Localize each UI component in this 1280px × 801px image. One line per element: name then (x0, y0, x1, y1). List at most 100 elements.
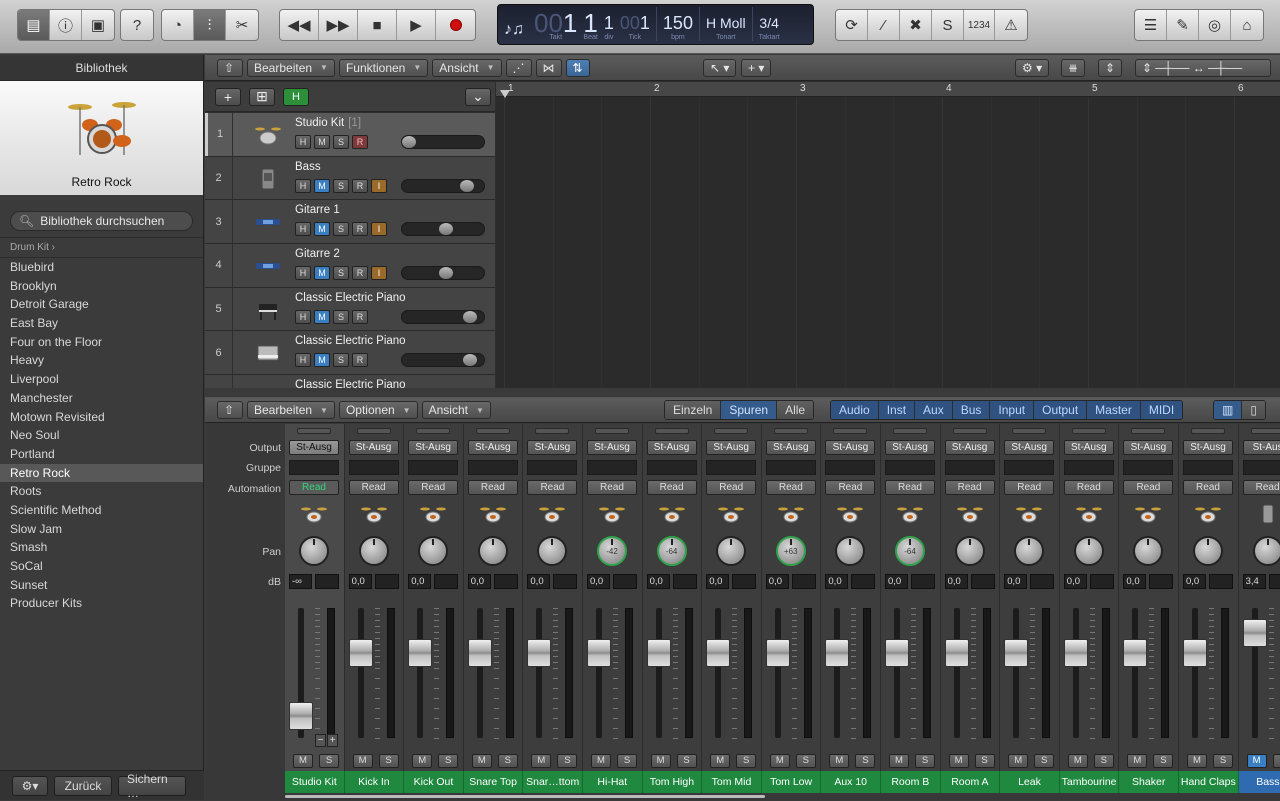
fader-track[interactable] (1132, 608, 1139, 738)
strip-insert-slot[interactable] (416, 428, 451, 434)
replace-icon[interactable]: ✖ (900, 10, 932, 40)
library-item[interactable]: Neo Soul (0, 426, 203, 445)
record-enable-button[interactable]: R (352, 178, 368, 193)
group-slot[interactable] (587, 460, 637, 475)
strip-insert-slot[interactable] (1012, 428, 1047, 434)
list-icon[interactable]: ☰ (1135, 10, 1167, 40)
record-icon[interactable] (436, 10, 475, 40)
pan-knob[interactable] (1133, 536, 1164, 566)
volume-fader[interactable] (1242, 619, 1267, 647)
record-enable-button[interactable]: R (352, 353, 368, 368)
hide-button[interactable]: H (295, 266, 311, 281)
strip-solo-button[interactable]: S (915, 754, 935, 768)
db-readout[interactable]: 0,0 (706, 574, 730, 589)
strip-mute-button[interactable]: M (710, 754, 731, 768)
automation-button[interactable]: Read (885, 480, 935, 495)
mixer-icon[interactable]: ⫶ (194, 10, 226, 40)
volume-fader[interactable] (706, 638, 731, 667)
strip-name[interactable]: Kick In (344, 771, 405, 793)
pan-knob[interactable] (299, 536, 329, 566)
strip-insert-slot[interactable] (356, 428, 391, 434)
group-slot[interactable] (1063, 460, 1114, 475)
automation-icon[interactable]: ⋰ (505, 58, 532, 77)
output-button[interactable]: St-Ausg (825, 440, 876, 455)
group-slot[interactable] (646, 460, 697, 475)
library-icon[interactable]: ▤ (18, 10, 50, 40)
volume-knob[interactable] (459, 179, 474, 192)
pan-knob[interactable] (1073, 536, 1104, 566)
group-slot[interactable] (765, 460, 816, 475)
pan-knob[interactable] (537, 536, 568, 566)
scope-option[interactable]: Einzeln (665, 401, 722, 419)
filter-option[interactable]: Aux (915, 401, 953, 419)
strip-mute-button[interactable]: M (591, 754, 611, 768)
mixer-options-menu[interactable]: Optionen ▼ (338, 401, 418, 419)
scope-option[interactable]: Alle (777, 401, 814, 419)
db-readout[interactable]: 0,0 (944, 574, 968, 589)
library-item[interactable]: Manchester (0, 389, 203, 408)
record-enable-button[interactable]: R (352, 266, 368, 281)
filter-option[interactable]: Input (990, 401, 1035, 419)
mixer-edit-menu[interactable]: Bearbeiten ▼ (247, 401, 335, 419)
db-readout[interactable]: 0,0 (825, 574, 849, 589)
solo-button[interactable]: S (333, 309, 349, 324)
strip-insert-slot[interactable] (654, 428, 689, 434)
track-row[interactable]: 3 Gitarre 1 HMSRI (205, 200, 495, 245)
filter-option[interactable]: Output (1034, 401, 1088, 419)
hide-button[interactable]: H (295, 135, 311, 149)
pan-knob[interactable] (358, 536, 389, 566)
strip-solo-button[interactable]: S (676, 754, 697, 768)
strip-insert-slot[interactable] (535, 428, 570, 434)
strip-mute-button[interactable]: M (412, 754, 433, 768)
forward-icon[interactable]: ▶▶ (319, 10, 358, 40)
strip-solo-button[interactable]: S (974, 754, 995, 768)
db-readout[interactable]: 0,0 (408, 574, 432, 589)
cycle-icon[interactable]: ⟳ (836, 10, 868, 40)
library-item[interactable]: Slow Jam (0, 520, 203, 539)
automation-button[interactable]: Read (348, 480, 399, 495)
group-slot[interactable] (527, 460, 578, 475)
volume-fader[interactable] (646, 638, 671, 667)
library-item[interactable]: Retro Rock (0, 463, 203, 483)
fader-track[interactable] (596, 608, 602, 738)
group-slot[interactable] (1004, 460, 1055, 475)
plus-icon[interactable]: + (327, 734, 338, 747)
settings-icon[interactable]: ⚙ ▾ (1015, 58, 1050, 77)
track-volume-slider[interactable] (401, 135, 485, 149)
strip-solo-button[interactable]: S (736, 754, 757, 768)
db-readout[interactable]: 0,0 (1004, 574, 1028, 589)
strip-solo-button[interactable]: S (438, 754, 459, 768)
library-item[interactable]: East Bay (0, 314, 203, 333)
strip-name[interactable]: Snare Top (463, 771, 524, 793)
track-name[interactable]: Bass (295, 161, 325, 173)
library-item[interactable]: Bluebird (0, 258, 203, 277)
fader-track[interactable] (715, 608, 722, 738)
pan-knob[interactable] (1014, 536, 1045, 566)
strip-solo-button[interactable]: S (1034, 754, 1055, 768)
strip-name[interactable]: Aux 10 (821, 771, 881, 793)
track-name[interactable]: Classic Electric Piano (295, 292, 410, 304)
automation-button[interactable]: Read (1063, 480, 1114, 495)
track-row[interactable]: 1 Studio Kit [1] H M S R (205, 113, 495, 157)
pan-knob[interactable] (418, 536, 449, 566)
count-in-icon[interactable]: 1234 (964, 10, 995, 40)
library-item[interactable]: SoCal (0, 557, 203, 576)
library-item[interactable]: Scientific Method (0, 501, 203, 520)
mixer-scrollbar[interactable] (285, 795, 765, 798)
strip-mute-button[interactable]: M (650, 754, 671, 768)
automation-button[interactable]: Read (408, 480, 459, 495)
automation-button[interactable]: Read (944, 480, 995, 495)
filter-option[interactable]: Audio (831, 401, 879, 419)
strip-mute-button[interactable]: M (1067, 754, 1088, 768)
automation-button[interactable]: Read (587, 480, 637, 495)
volume-fader[interactable] (825, 638, 850, 667)
pan-knob[interactable] (954, 536, 985, 566)
output-button[interactable]: St-Ausg (587, 440, 637, 455)
input-monitor-button[interactable]: I (371, 178, 387, 193)
hide-button[interactable]: H (295, 309, 311, 324)
lcd-signature[interactable]: 3/4 Taktart (759, 12, 780, 41)
record-enable-button[interactable]: R (352, 222, 368, 237)
play-icon[interactable]: ▶ (397, 10, 436, 40)
mixer-view-menu[interactable]: Ansicht ▼ (421, 401, 491, 419)
volume-fader[interactable] (467, 638, 492, 667)
